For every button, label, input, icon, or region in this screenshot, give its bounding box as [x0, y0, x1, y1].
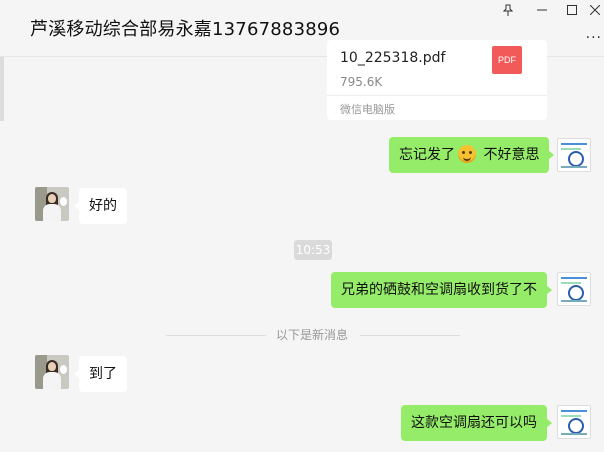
- close-icon[interactable]: [586, 0, 604, 20]
- maximize-icon[interactable]: [557, 0, 587, 20]
- message-timestamp: 10:53: [294, 240, 332, 260]
- chat-title: 芦溪移动综合部易永嘉13767883896: [30, 19, 341, 40]
- pin-icon[interactable]: [493, 0, 523, 20]
- minimize-icon[interactable]: [527, 0, 557, 20]
- message-text: 到了: [89, 366, 117, 382]
- message-text: 好的: [89, 198, 117, 214]
- divider-line: [166, 335, 266, 336]
- new-messages-divider: 以下是新消息: [276, 328, 349, 342]
- divider-line: [360, 335, 460, 336]
- message-text: 不好意思: [479, 147, 540, 163]
- message-bubble-outgoing[interactable]: 兄弟的硒鼓和空调扇收到货了不: [331, 272, 552, 308]
- file-name: 10_225318.pdf: [340, 50, 446, 66]
- my-avatar[interactable]: [557, 138, 591, 172]
- message-text: 忘记发了: [399, 147, 455, 163]
- message-text: 这款空调扇还可以吗: [411, 415, 537, 431]
- my-avatar[interactable]: [557, 272, 591, 306]
- my-avatar[interactable]: [557, 405, 591, 439]
- file-size: 795.6K: [340, 75, 383, 89]
- message-bubble-incoming[interactable]: 好的: [74, 188, 127, 224]
- divider: [327, 95, 547, 96]
- more-icon[interactable]: ···: [586, 30, 602, 46]
- file-source: 微信电脑版: [340, 103, 395, 116]
- message-bubble-outgoing[interactable]: 忘记发了 不好意思: [389, 137, 555, 173]
- contact-avatar[interactable]: [35, 355, 69, 389]
- message-text: 兄弟的硒鼓和空调扇收到货了不: [341, 282, 537, 298]
- contact-avatar[interactable]: [35, 187, 69, 221]
- message-bubble-outgoing[interactable]: 这款空调扇还可以吗: [401, 405, 552, 441]
- message-bubble-incoming[interactable]: 到了: [74, 356, 127, 392]
- scrollbar[interactable]: [0, 57, 4, 121]
- pdf-file-icon: PDF: [492, 46, 522, 74]
- grin-emoji-icon: [458, 145, 476, 163]
- file-message-card[interactable]: 10_225318.pdf 795.6K PDF 微信电脑版: [327, 40, 547, 120]
